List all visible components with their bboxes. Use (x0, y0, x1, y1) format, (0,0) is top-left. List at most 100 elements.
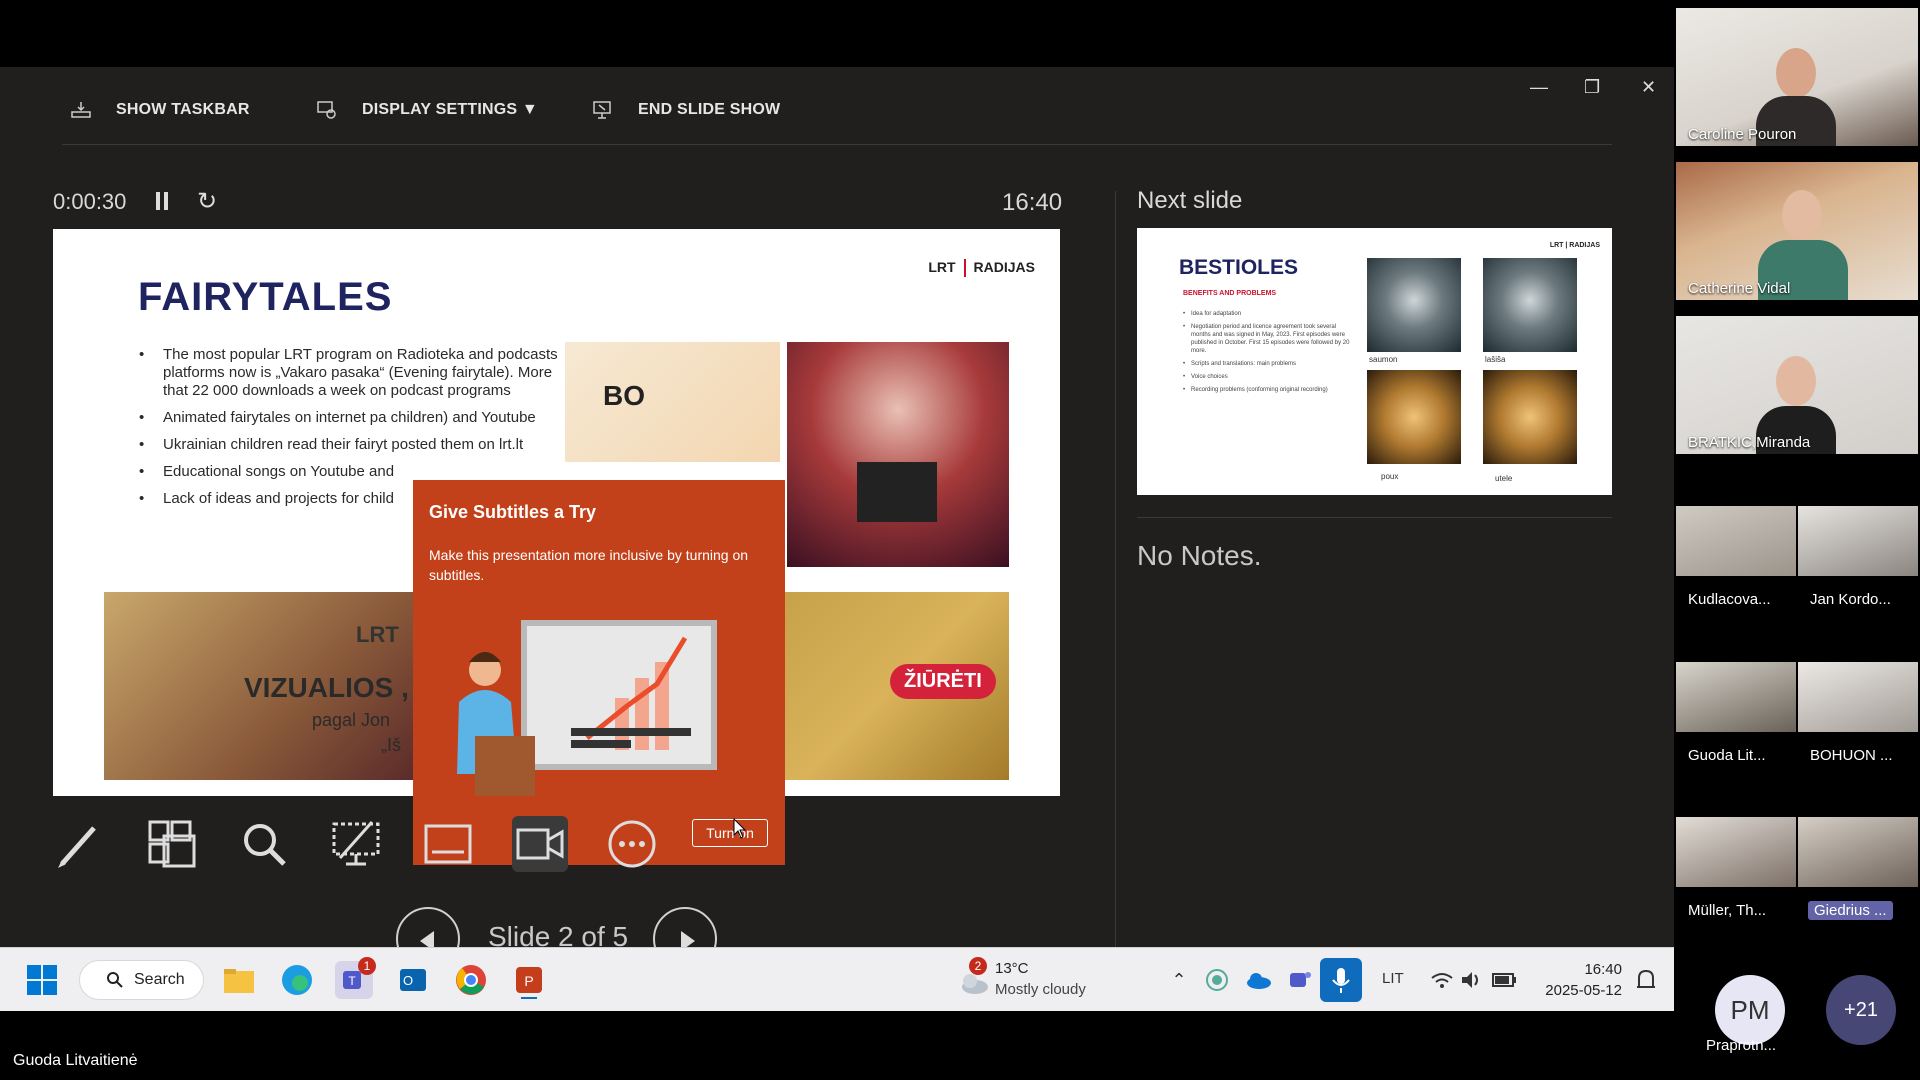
subtitles-icon (424, 824, 472, 864)
participant-video[interactable]: BRATKIC,Miranda (1676, 316, 1918, 454)
presenter-illustration (457, 620, 717, 796)
participant-video[interactable] (1798, 506, 1918, 576)
participant-video[interactable] (1676, 817, 1796, 887)
black-screen-button[interactable] (328, 816, 384, 872)
microphone-in-use-icon[interactable] (1320, 958, 1362, 1002)
taskbar-date[interactable]: 2025-05-12 (1534, 982, 1622, 999)
participant-video[interactable]: Caroline Pouron (1676, 8, 1918, 146)
slides-grid-icon (148, 820, 196, 868)
participant-face (1782, 190, 1822, 240)
participant-video[interactable]: Catherine Vidal (1676, 162, 1918, 300)
subtitles-button[interactable] (420, 816, 476, 872)
notifications-icon[interactable] (1627, 961, 1665, 999)
slide-counter: Slide 2 of 5 (488, 921, 629, 947)
bullet-item: Scripts and translations: main problems (1183, 360, 1353, 368)
end-slide-show-label: END SLIDE SHOW (638, 101, 781, 118)
participant-avatar[interactable]: PM (1715, 975, 1785, 1045)
cartoon-image: BO (565, 342, 780, 462)
globe-icon[interactable] (1198, 961, 1236, 999)
meeting-screen: SHOW TASKBAR DISPLAY SETTINGS ▼ END SLID… (0, 0, 1920, 1080)
participant-name: Müller, Th... (1688, 902, 1767, 919)
onedrive-icon[interactable] (1240, 961, 1278, 999)
thumb-image (1483, 258, 1577, 352)
show-taskbar-button[interactable]: SHOW TASKBAR (70, 99, 250, 121)
toolbar-divider (62, 144, 1612, 145)
taskbar-search[interactable]: Search (79, 960, 204, 1000)
more-options-button[interactable] (604, 816, 660, 872)
participant-name: BRATKIC,Miranda (1688, 434, 1811, 451)
pen-icon (58, 826, 96, 868)
subtitles-popup: Give Subtitles a Try Make this presentat… (413, 480, 785, 865)
input-language[interactable]: LIT (1382, 970, 1404, 987)
next-slide-logo: LRT | RADIJAS (1549, 242, 1600, 249)
notes-divider (1137, 517, 1612, 518)
participant-name: Praprotn... (1706, 1037, 1777, 1054)
teams-icon[interactable]: T 1 (335, 957, 376, 999)
participant-video[interactable] (1798, 817, 1918, 887)
chevron-up-icon[interactable]: ⌃ (1160, 961, 1198, 999)
more-participants-button[interactable]: +21 (1826, 975, 1896, 1045)
bullet-item: Animated fairytales on internet pa child… (139, 409, 579, 427)
outlook-icon[interactable]: O (394, 961, 432, 999)
pen-tool-button[interactable] (52, 816, 108, 872)
minimize-icon[interactable]: — (1530, 77, 1548, 98)
file-explorer-icon[interactable] (220, 961, 258, 999)
chrome-icon[interactable] (452, 961, 490, 999)
show-taskbar-label: SHOW TASKBAR (116, 101, 250, 118)
turn-on-subtitles-button[interactable]: Turn on (692, 819, 768, 847)
end-slide-show-button[interactable]: END SLIDE SHOW (592, 99, 780, 121)
next-slide-preview[interactable]: BESTIOLES BENEFITS AND PROBLEMS LRT | RA… (1137, 228, 1612, 495)
thumb-image (1483, 370, 1577, 464)
video-camera-icon (516, 828, 564, 860)
camera-button[interactable] (512, 816, 568, 872)
watch-image: ŽIŪRĖTI (785, 592, 1009, 780)
taskbar-icon (71, 102, 91, 118)
bullet-item: Negotiation period and licence agreement… (1183, 323, 1353, 355)
thumb-caption: saumon (1369, 355, 1398, 364)
see-all-slides-button[interactable] (144, 816, 200, 872)
participant-video[interactable] (1798, 662, 1918, 732)
participant-name: BOHUON ... (1810, 747, 1893, 764)
weather-icon[interactable]: 2 (955, 957, 993, 999)
pause-icon[interactable] (156, 192, 170, 210)
powerpoint-icon[interactable]: P (510, 961, 548, 1000)
thumb-image (1367, 258, 1461, 352)
previous-slide-button[interactable] (396, 907, 460, 947)
start-button[interactable] (23, 961, 61, 999)
watch-badge: ŽIŪRĖTI (890, 664, 996, 699)
next-slide-bullets: Idea for adaptation Negotiation period a… (1183, 310, 1353, 399)
close-icon[interactable]: ✕ (1641, 77, 1656, 98)
active-speaker-name: Guoda Litvaitienė (13, 1052, 138, 1069)
next-slide-subtitle: BENEFITS AND PROBLEMS (1183, 290, 1277, 297)
lrt-radijas-logo: LRT RADIJAS (928, 259, 1035, 278)
mouse-cursor-icon (733, 818, 747, 839)
windows-taskbar: Search T 1 O P 2 13°C Mostly cloudy ⌃ LI… (0, 947, 1674, 1011)
popup-text: Make this presentation more inclusive by… (429, 547, 749, 583)
search-label: Search (134, 971, 185, 988)
speaker-notes: No Notes. (1137, 540, 1262, 571)
search-icon (107, 972, 123, 988)
participant-video[interactable] (1676, 506, 1796, 576)
screen-slash-icon (332, 821, 380, 866)
edge-icon[interactable] (278, 961, 316, 999)
girl-singing-photo (787, 342, 1009, 567)
participant-video[interactable] (1676, 662, 1796, 732)
display-settings-button[interactable]: DISPLAY SETTINGS ▼ (316, 99, 538, 121)
restore-icon[interactable]: ❐ (1584, 77, 1600, 98)
teams-tray-icon[interactable] (1280, 961, 1318, 999)
next-slide-label: Next slide (1137, 187, 1243, 214)
battery-icon[interactable] (1485, 961, 1523, 999)
slide-navigation: Slide 2 of 5 (396, 907, 746, 947)
restart-timer-icon[interactable]: ↻ (197, 187, 217, 216)
weather-badge: 2 (969, 957, 987, 975)
svg-text:P: P (524, 973, 533, 989)
display-settings-icon (317, 101, 336, 119)
end-show-icon (593, 101, 611, 119)
participant-name: Jan Kordo... (1810, 591, 1891, 608)
taskbar-time[interactable]: 16:40 (1560, 961, 1622, 978)
thumb-caption: poux (1381, 472, 1399, 481)
current-time: 16:40 (1002, 189, 1063, 216)
zoom-button[interactable] (236, 816, 292, 872)
visual-fairytales-image: LRT VIZUALIOS , pagal Jon „Iš (104, 592, 418, 780)
next-slide-button[interactable] (653, 907, 717, 947)
